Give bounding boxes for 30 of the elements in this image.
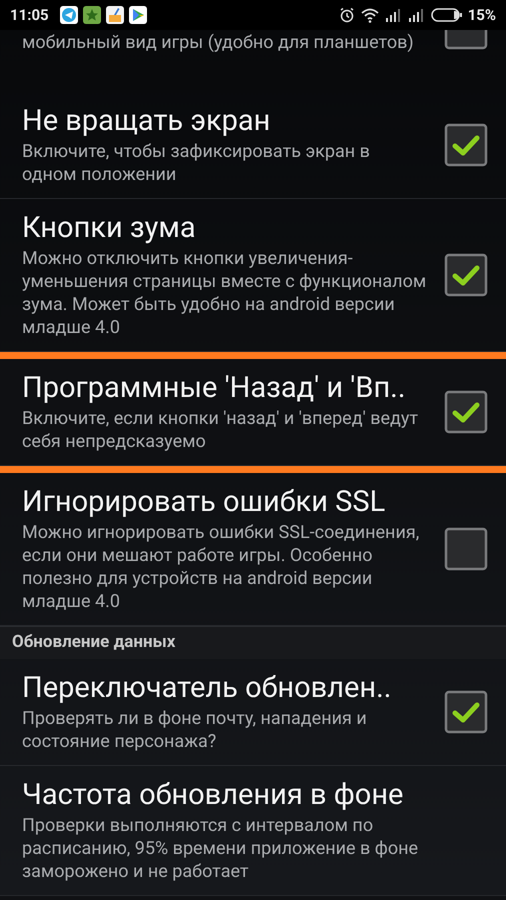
- checked-checkbox[interactable]: [444, 123, 488, 167]
- setting-description: Включите, чтобы зафиксировать экран в одном положении: [22, 140, 371, 186]
- star-app-icon: [82, 6, 101, 24]
- setting-description: Проверки выполняются с интервалом по расписанию, 95% времени приложение в фоне заморожено и не работает: [22, 814, 420, 883]
- status-time: 11:05: [10, 4, 49, 26]
- signal-icon: [384, 8, 403, 22]
- setting-description: мобильный вид игры (удобно для планшетов): [22, 31, 415, 54]
- battery-icon: [430, 7, 463, 23]
- setting-description: Можно отключить кнопки увеличения-уменьшения страницы вместе с функционалом зума. Может быть удобно на android версии младше 4.0: [22, 247, 428, 339]
- setting-title: Программные 'Назад' и 'Вп..: [22, 371, 406, 405]
- checked-checkbox[interactable]: [444, 390, 488, 434]
- setting-description: Проверять ли в фоне почту, нападения и состояние персонажа?: [22, 707, 368, 753]
- checked-checkbox[interactable]: [444, 253, 488, 297]
- setting-title: Частота обновления в фоне: [22, 778, 404, 812]
- wifi-icon: [360, 7, 380, 23]
- setting-description: Включите, если кнопки 'назад' и 'вперед' ведут себя непредсказуемо: [22, 407, 420, 453]
- setting-title: Игнорировать ошибки SSL: [22, 485, 386, 519]
- alarm-icon: [338, 7, 355, 23]
- signal-icon: [408, 8, 426, 22]
- battery-percent: 15%: [468, 4, 496, 26]
- checkbox[interactable]: [444, 527, 488, 571]
- setting-title: Кнопки зума: [22, 211, 197, 245]
- setting-title: Переключатель обновлен..: [22, 671, 392, 705]
- setting-title: Не вращать экран: [22, 104, 272, 138]
- section-header: Обновление данных: [12, 631, 176, 654]
- checked-checkbox[interactable]: [444, 690, 488, 734]
- play-store-icon: [128, 6, 147, 24]
- broom-icon: [106, 6, 124, 24]
- setting-description: Можно игнорировать ошибки SSL-соединения, если они мешают работе игры. Особенно полезно для устройств на android версии младше 4.0: [22, 521, 420, 613]
- telegram-icon: [60, 6, 78, 24]
